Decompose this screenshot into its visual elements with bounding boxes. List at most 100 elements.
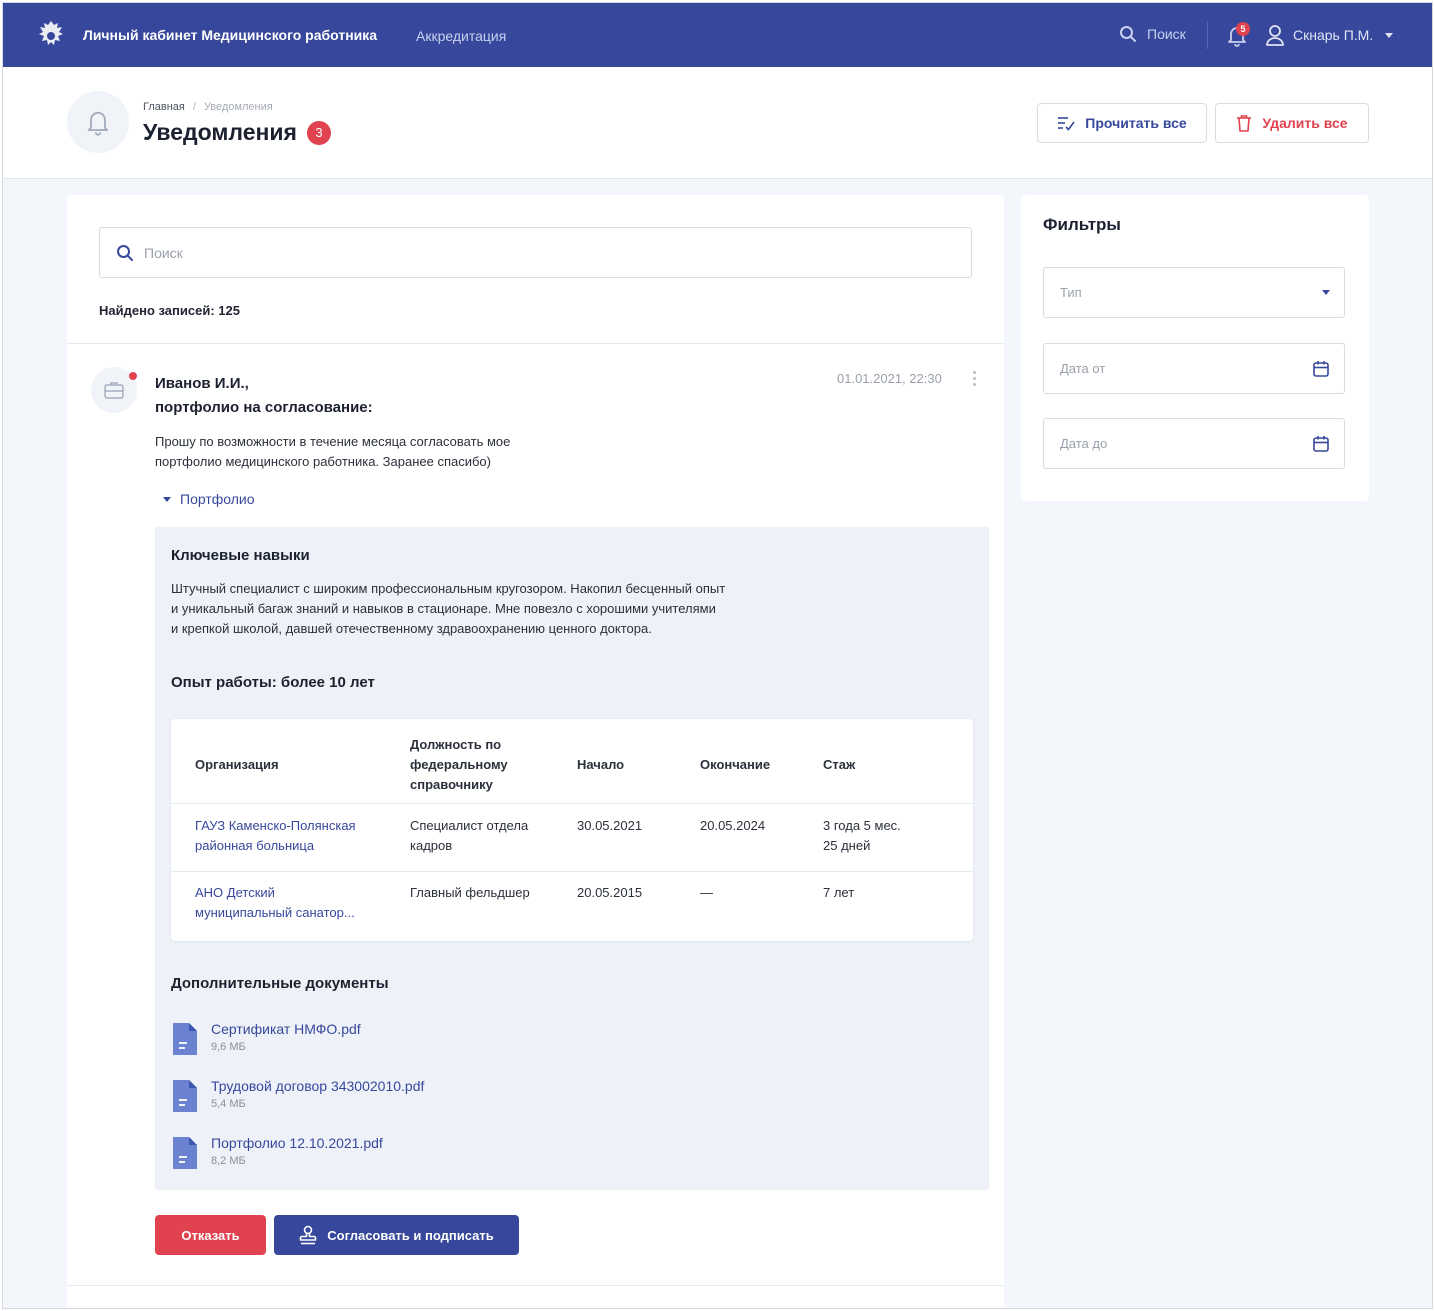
- tenure-line: 25 дней: [823, 838, 871, 853]
- column-header-position: Должность по федеральному справочнику: [410, 731, 508, 799]
- row-divider: [171, 871, 973, 872]
- date-to-placeholder: Дата до: [1060, 436, 1108, 451]
- breadcrumb-separator: /: [192, 101, 196, 113]
- filters-panel: Фильтры Тип Дата от Дата до: [1021, 195, 1369, 501]
- table-cell-org-link[interactable]: ГАУЗ Каменско-Полянская районная больниц…: [195, 816, 356, 856]
- breadcrumb: Главная / Уведомления: [143, 101, 273, 113]
- delete-all-button[interactable]: Удалить все: [1215, 103, 1369, 143]
- more-options-icon[interactable]: [973, 371, 977, 389]
- skills-line: и крепкой школой, давшей отечественному …: [171, 621, 652, 636]
- message-text-line: портфолио медицинского работника. Заране…: [155, 454, 491, 469]
- file-icon: [173, 1023, 197, 1055]
- search-input[interactable]: Поиск: [99, 227, 972, 278]
- delete-all-label: Удалить все: [1262, 115, 1348, 131]
- table-cell-end: —: [700, 885, 713, 900]
- tenure-line: 3 года 5 мес.: [823, 818, 901, 833]
- app-frame: Личный кабинет Медицинского работника Ак…: [2, 2, 1433, 1309]
- file-icon: [173, 1080, 197, 1112]
- org-line: муниципальный санатор...: [195, 905, 355, 920]
- column-header-position-line: Должность по: [410, 737, 502, 752]
- document-item[interactable]: Портфолио 12.10.2021.pdf 8,2 МБ: [171, 1133, 383, 1171]
- breadcrumb-current: Уведомления: [203, 101, 273, 113]
- approve-sign-label: Согласовать и подписать: [327, 1227, 494, 1243]
- read-all-button[interactable]: Прочитать все: [1037, 103, 1207, 143]
- page-header: Главная / Уведомления Уведомления 3 Проч…: [3, 67, 1432, 179]
- user-name: Скнарь П.М.: [1293, 27, 1374, 43]
- skills-line: Штучный специалист с широким профессиона…: [171, 581, 726, 596]
- user-icon: [1266, 25, 1284, 46]
- breadcrumb-home[interactable]: Главная: [143, 101, 185, 113]
- table-cell-tenure: 3 года 5 мес. 25 дней: [823, 816, 901, 856]
- table-cell-org-link[interactable]: АНО Детский муниципальный санатор...: [195, 883, 355, 923]
- experience-table: Организация Должность по федеральному сп…: [171, 719, 973, 941]
- position-line: Специалист отдела: [410, 818, 529, 833]
- type-select[interactable]: Тип: [1043, 267, 1345, 318]
- page-title: Уведомления 3: [143, 119, 331, 146]
- column-header-start: Начало: [577, 757, 625, 772]
- document-item[interactable]: Трудовой договор 343002010.pdf 5,4 МБ: [171, 1076, 424, 1114]
- user-menu[interactable]: Скнарь П.М.: [1265, 24, 1394, 46]
- column-header-position-line: справочнику: [410, 777, 493, 792]
- search-placeholder: Поиск: [144, 244, 183, 261]
- top-navbar: Личный кабинет Медицинского работника Ак…: [3, 3, 1432, 67]
- calendar-icon[interactable]: [1312, 360, 1330, 378]
- document-name[interactable]: Сертификат НМФО.pdf: [211, 1019, 361, 1039]
- topbar-divider: [1207, 21, 1208, 49]
- emblem-icon[interactable]: [33, 17, 69, 53]
- table-cell-start: 30.05.2021: [577, 818, 643, 833]
- page-icon-circle: [67, 91, 129, 153]
- page-title-text: Уведомления: [143, 119, 297, 145]
- briefcase-icon: [104, 382, 124, 399]
- top-search-label: Поиск: [1147, 26, 1186, 42]
- file-icon: [173, 1137, 197, 1169]
- portfolio-toggle[interactable]: Портфолио: [163, 491, 255, 507]
- unread-count-badge: 3: [306, 120, 331, 145]
- date-to-field[interactable]: Дата до: [1043, 418, 1345, 469]
- message-text-line: Прошу по возможности в течение месяца со…: [155, 434, 511, 449]
- table-cell-position: Специалист отдела кадров: [410, 816, 528, 856]
- top-search-button[interactable]: Поиск: [1119, 25, 1186, 43]
- table-cell-tenure: 7 лет: [823, 885, 855, 900]
- search-icon: [1120, 26, 1136, 42]
- portfolio-panel: Ключевые навыки Штучный специалист с шир…: [155, 527, 989, 1190]
- checklist-icon: [1058, 117, 1075, 131]
- message-subject: портфолио на согласование:: [155, 399, 373, 416]
- unread-dot: [129, 372, 137, 380]
- date-from-field[interactable]: Дата от: [1043, 343, 1345, 394]
- org-line: ГАУЗ Каменско-Полянская: [195, 818, 356, 833]
- app-title[interactable]: Личный кабинет Медицинского работника: [83, 27, 377, 43]
- caret-down-icon: [163, 496, 171, 502]
- stamp-icon: [299, 1225, 317, 1245]
- message-author: Иванов И.И.,: [155, 375, 249, 392]
- document-name[interactable]: Портфолио 12.10.2021.pdf: [211, 1133, 383, 1153]
- divider: [67, 1285, 1004, 1286]
- skills-title: Ключевые навыки: [171, 547, 310, 564]
- column-header-end: Окончание: [700, 757, 771, 772]
- table-cell-start: 20.05.2015: [577, 885, 643, 900]
- document-item[interactable]: Сертификат НМФО.pdf 9,6 МБ: [171, 1019, 361, 1057]
- table-cell-position: Главный фельдшер: [410, 885, 530, 900]
- docs-title: Дополнительные документы: [171, 975, 389, 992]
- date-from-placeholder: Дата от: [1060, 361, 1106, 376]
- approve-sign-button[interactable]: Согласовать и подписать: [274, 1215, 519, 1255]
- notifications-count-badge: 5: [1236, 22, 1250, 36]
- message-date: 01.01.2021, 22:30: [837, 371, 942, 386]
- table-cell-end: 20.05.2024: [700, 818, 766, 833]
- chevron-down-icon: [1385, 32, 1394, 38]
- row-divider: [171, 803, 973, 804]
- document-size: 8,2 МБ: [211, 1155, 246, 1167]
- nav-accreditation[interactable]: Аккредитация: [416, 28, 506, 44]
- calendar-icon[interactable]: [1312, 435, 1330, 453]
- notifications-card: Поиск Найдено записей: 125 Иванов И.И., …: [67, 195, 1004, 1308]
- reject-button[interactable]: Отказать: [155, 1215, 266, 1255]
- chevron-down-icon: [1322, 290, 1330, 295]
- position-line: кадров: [410, 838, 453, 853]
- read-all-label: Прочитать все: [1085, 115, 1187, 131]
- document-name[interactable]: Трудовой договор 343002010.pdf: [211, 1076, 424, 1096]
- org-line: районная больница: [195, 838, 315, 853]
- divider: [67, 343, 1004, 344]
- experience-title: Опыт работы: более 10 лет: [171, 674, 375, 691]
- skills-line: и уникальный багаж знаний и навыков в ст…: [171, 601, 716, 616]
- document-size: 9,6 МБ: [211, 1041, 246, 1053]
- filters-title: Фильтры: [1043, 215, 1121, 234]
